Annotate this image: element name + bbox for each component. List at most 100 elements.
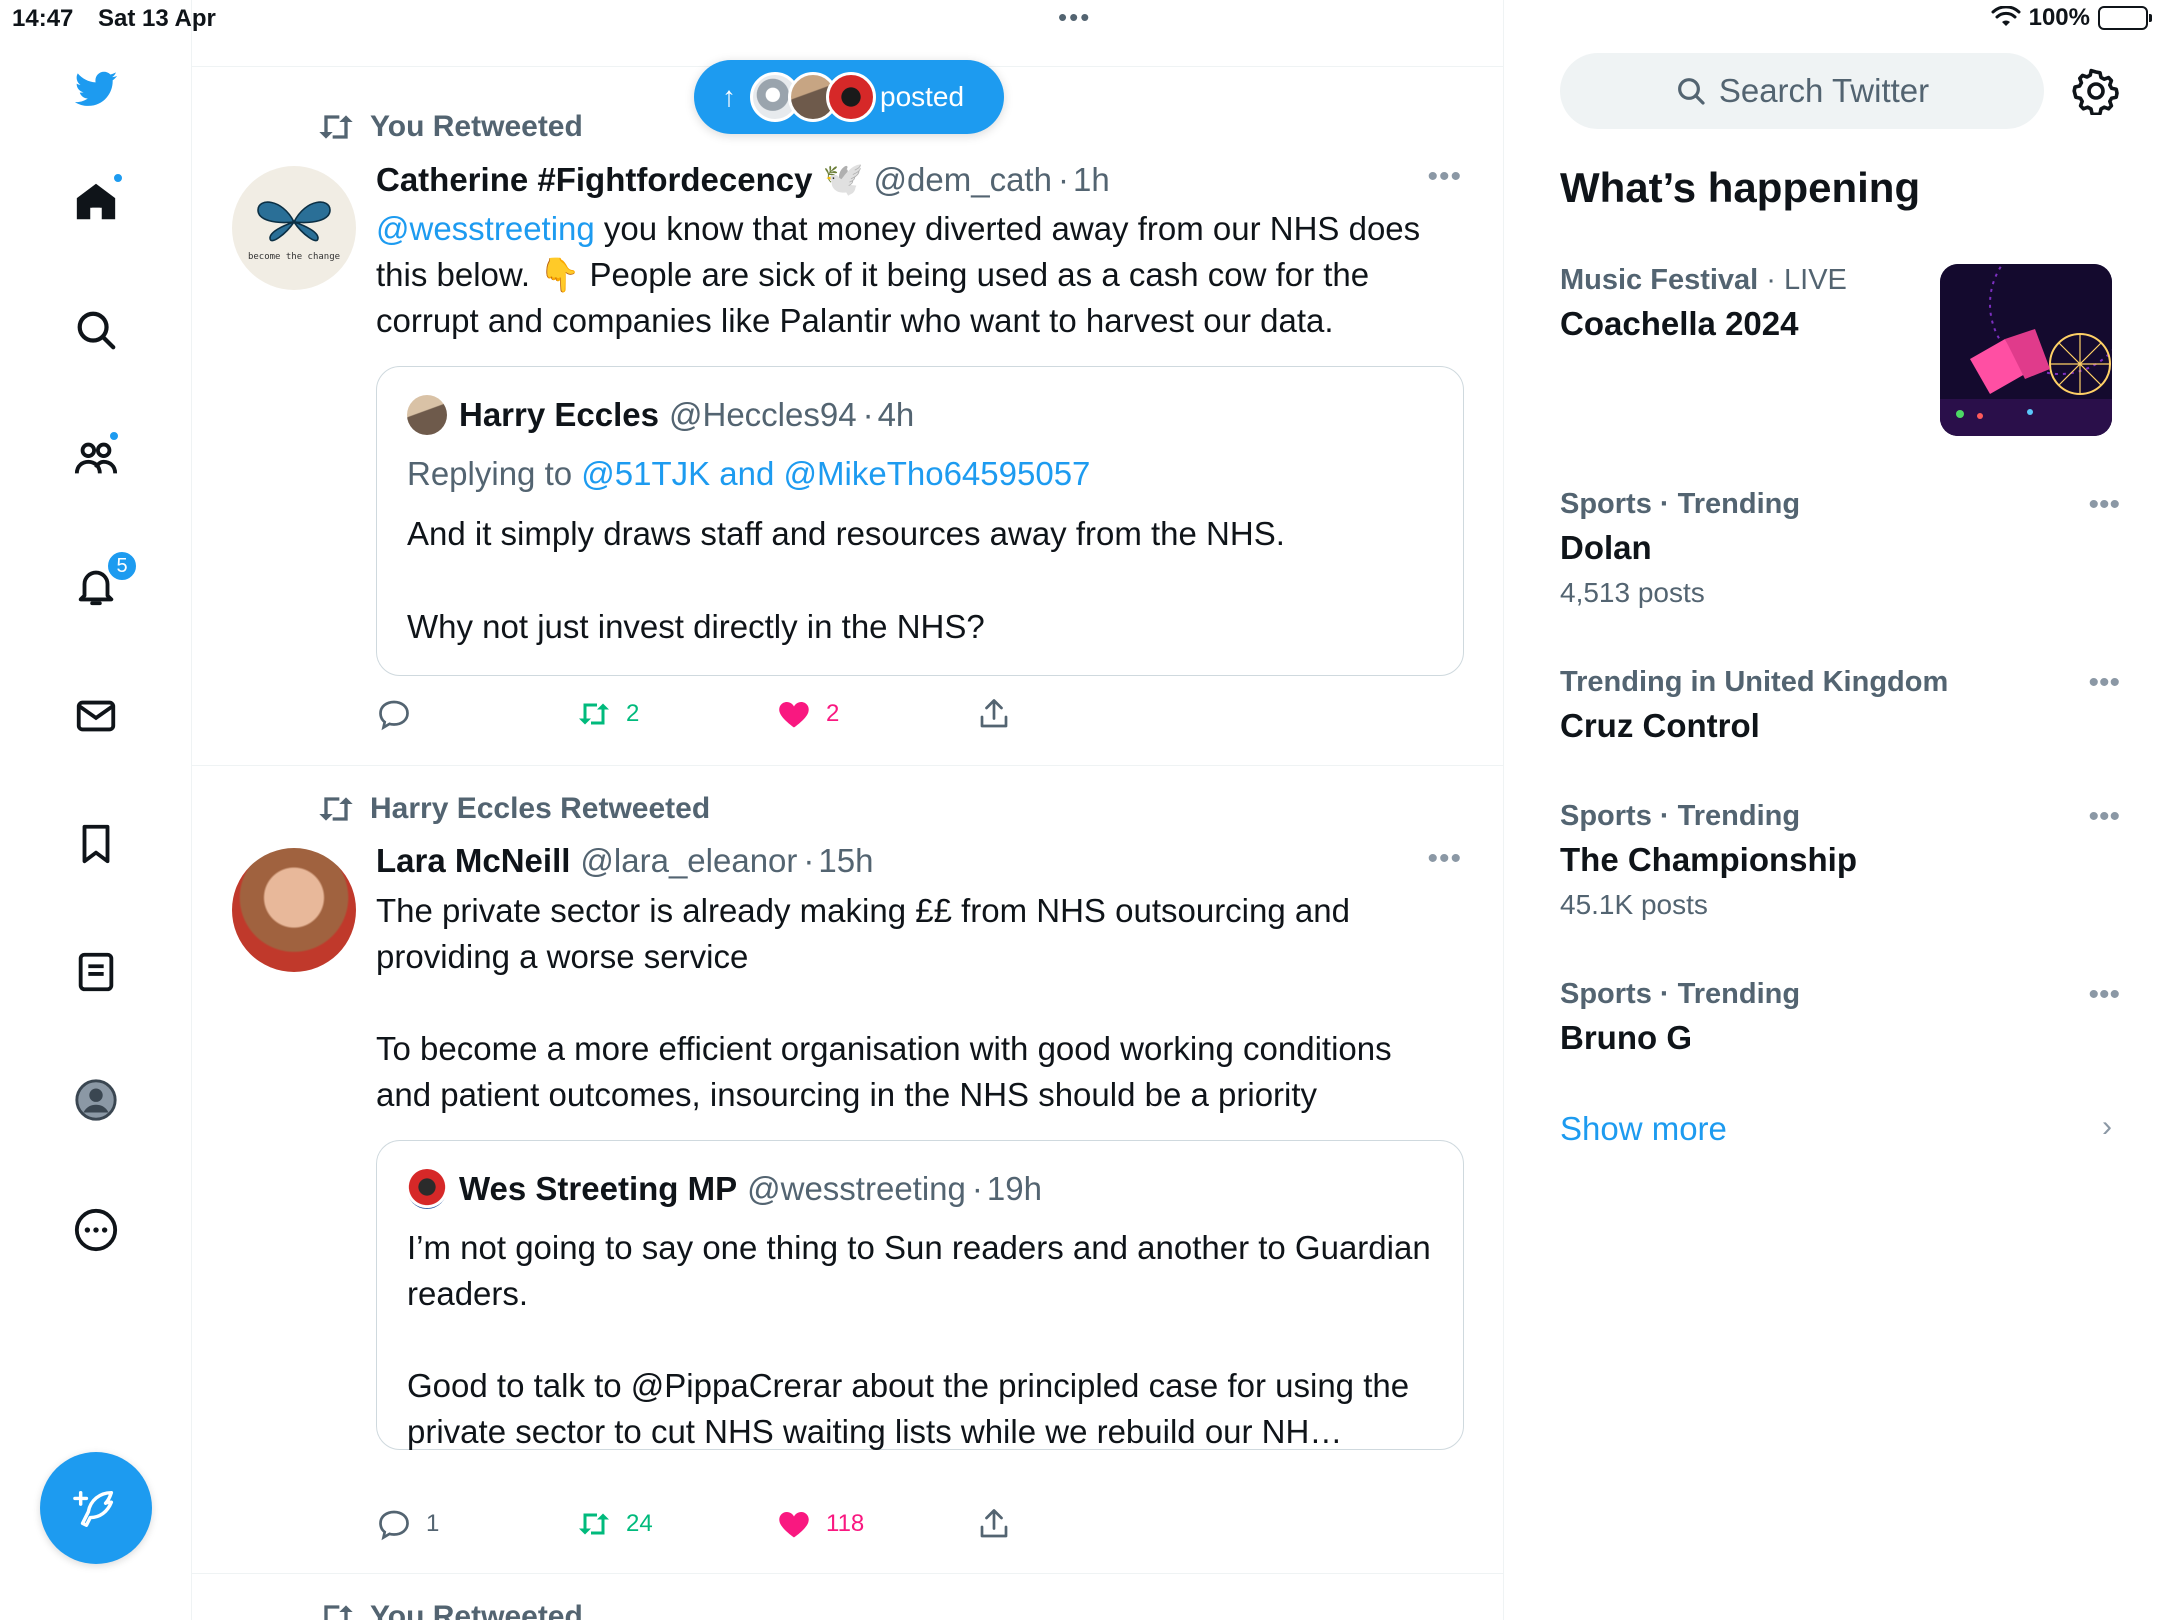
replying-to-links[interactable]: @51TJK and @MikeTho64595057 [581, 455, 1090, 492]
replying-prefix: Replying to [407, 455, 582, 492]
heart-icon [779, 702, 809, 728]
more-options-icon[interactable] [66, 1200, 126, 1260]
retweet-context: You Retweeted [316, 110, 583, 144]
communities-icon[interactable] [66, 428, 126, 488]
avatar[interactable] [232, 848, 356, 972]
trend-topic: The Championship [1560, 841, 1857, 878]
trend-count: 45.1K posts [1560, 889, 1708, 920]
author-name[interactable]: Lara McNeill [376, 842, 570, 880]
tweet-text: @wesstreeting you know that money divert… [376, 206, 1446, 344]
bookmarks-icon[interactable] [66, 814, 126, 874]
trend-more-icon[interactable]: ••• [2088, 488, 2120, 522]
quoted-tweet[interactable]: Harry Eccles @Heccles94 · 4h Replying to… [376, 366, 1464, 676]
share-button[interactable] [976, 1506, 1012, 1542]
retweet-button[interactable]: 2 [576, 696, 639, 732]
trend-more-icon[interactable]: ••• [2088, 800, 2120, 834]
messages-icon[interactable] [66, 686, 126, 746]
avatar-caption: become the change [247, 252, 341, 262]
retweet-context-label: Harry Eccles Retweeted [370, 792, 711, 825]
quote-text-line2: Why not just invest directly in the NHS? [407, 608, 985, 645]
whats-happening-heading: What’s happening [1560, 164, 1921, 211]
author-name[interactable]: Catherine #Fightfordecency [376, 161, 812, 199]
gear-icon[interactable] [2072, 67, 2120, 115]
retweet-icon [319, 115, 353, 139]
author-handle[interactable]: @dem_cath [874, 161, 1052, 199]
like-button[interactable]: 118 [776, 1506, 864, 1542]
left-nav: 5 [0, 0, 192, 1620]
quote-author-name: Wes Streeting MP [459, 1170, 738, 1207]
quote-header: Wes Streeting MP @wesstreeting · 19h [407, 1169, 1042, 1209]
avatar[interactable]: become the change [232, 166, 356, 290]
tweet[interactable]: You Retweeted [192, 1574, 1503, 1620]
trend-item[interactable]: Trending in United Kingdom Cruz Control … [1560, 666, 2120, 745]
tweet-more-icon[interactable]: ••• [1427, 842, 1462, 876]
reply-button[interactable] [376, 696, 426, 732]
trend-category: Trending in United Kingdom [1560, 666, 1949, 698]
notifications-icon[interactable]: 5 [66, 550, 138, 616]
tweet-more-icon[interactable]: ••• [1427, 160, 1462, 194]
compose-tweet-button[interactable] [40, 1452, 152, 1564]
quoted-tweet[interactable]: Wes Streeting MP @wesstreeting · 19h I’m… [376, 1140, 1464, 1450]
retweet-button[interactable]: 24 [576, 1506, 653, 1542]
retweet-icon [579, 1513, 609, 1535]
trend-category-name: Music Festival [1560, 264, 1759, 296]
retweet-count: 2 [626, 700, 640, 727]
retweet-context-label: You Retweeted [370, 110, 583, 143]
trend-more-icon[interactable]: ••• [2088, 666, 2120, 700]
show-more-label: Show more [1560, 1110, 1727, 1147]
tweet-time[interactable]: 1h [1073, 161, 1110, 199]
retweet-icon [324, 1605, 353, 1620]
butterfly-icon [257, 201, 331, 242]
show-more-link[interactable]: Show more › [1560, 1110, 2120, 1148]
tweet-text-para2: To become a more efficient organisation … [376, 1030, 1392, 1113]
quote-time: 19h [986, 1170, 1042, 1207]
tweet-text-para1: The private sector is already making ££ … [376, 892, 1350, 975]
tweet[interactable]: Harry Eccles Retweeted Lara McNeill @lar… [192, 766, 1503, 1574]
retweet-count: 24 [626, 1510, 653, 1537]
trend-item[interactable]: Sports · Trending The Championship 45.1K… [1560, 800, 2120, 921]
trend-topic: Bruno G [1560, 1019, 1692, 1056]
mention-link[interactable]: @wesstreeting [376, 210, 595, 247]
tweet-header: Catherine #Fightfordecency 🕊️ @dem_cath … [376, 160, 1110, 199]
quote-author-handle: @wesstreeting [747, 1170, 966, 1207]
trend-item[interactable]: Sports · Trending Bruno G ••• [1560, 978, 2120, 1057]
tweet-time[interactable]: 15h [818, 842, 873, 880]
quote-header: Harry Eccles @Heccles94 · 4h [407, 395, 914, 435]
right-sidebar: Search Twitter What’s happening Music Fe… [1504, 0, 2160, 1620]
search-placeholder: Search Twitter [1718, 72, 1930, 109]
trend-category: Sports · Trending [1560, 978, 1801, 1010]
tweet-actions: 2 2 [376, 696, 1076, 736]
trend-more-icon[interactable]: ••• [2088, 978, 2120, 1012]
dove-emoji: 🕊️ [822, 160, 864, 197]
quote-text-line1: And it simply draws staff and resources … [407, 515, 1285, 552]
share-icon [980, 1509, 1008, 1538]
home-new-dot [112, 172, 124, 184]
separator-dot: · [971, 1170, 983, 1207]
twitter-logo-icon[interactable] [66, 60, 126, 120]
share-icon [980, 699, 1008, 728]
like-button[interactable]: 2 [776, 696, 839, 732]
coachella-image [1940, 264, 2112, 436]
quote-author-handle: @Heccles94 [668, 396, 857, 433]
lists-icon[interactable] [66, 942, 126, 1002]
replying-to: Replying to @51TJK and @MikeTho64595057 [407, 451, 1437, 497]
tweet-actions: 1 24 118 [376, 1506, 1076, 1546]
trend-item[interactable]: Sports · Trending Dolan 4,513 posts ••• [1560, 488, 2120, 609]
search-input[interactable]: Search Twitter [1560, 53, 2044, 129]
search-icon[interactable] [66, 300, 126, 360]
avatar [407, 1169, 447, 1209]
trend-thumbnail[interactable] [1940, 264, 2112, 436]
quote-time: 4h [877, 396, 915, 433]
tweet[interactable]: You Retweeted become the change Catherin… [192, 66, 1503, 766]
profile-avatar-icon[interactable] [66, 1070, 126, 1130]
retweet-icon [579, 703, 609, 725]
reply-icon [379, 700, 409, 731]
reply-button[interactable]: 1 [376, 1506, 439, 1542]
tweet-header: Lara McNeill @lara_eleanor · 15h [376, 842, 873, 880]
trend-topic: Cruz Control [1560, 707, 1760, 744]
quote-text-para2: Good to talk to @PippaCrerar about the p… [407, 1367, 1410, 1450]
search-icon [1677, 78, 1705, 105]
author-handle[interactable]: @lara_eleanor [580, 842, 797, 880]
home-icon[interactable] [66, 172, 126, 232]
share-button[interactable] [976, 696, 1012, 732]
